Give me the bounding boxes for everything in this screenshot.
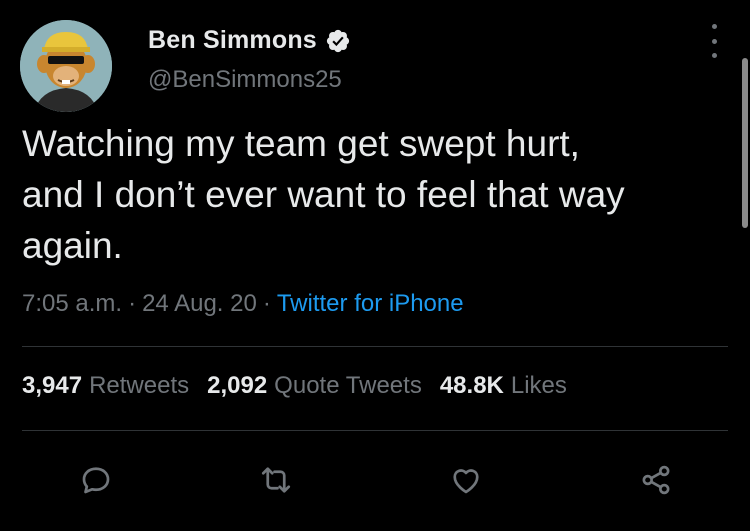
meta-separator: · xyxy=(128,290,137,317)
scrollbar[interactable] xyxy=(742,58,748,228)
tweet-meta: 7:05 a.m. · 24 Aug. 20 · Twitter for iPh… xyxy=(22,290,464,318)
share-icon[interactable] xyxy=(634,458,678,502)
tweet-actions-bar xyxy=(0,458,750,502)
tweet-text: Watching my team get swept hurt, and I d… xyxy=(22,123,625,266)
tweet-source-link[interactable]: Twitter for iPhone xyxy=(277,290,464,318)
retweets-label: Retweets xyxy=(89,372,190,399)
divider xyxy=(22,430,728,431)
more-options-icon[interactable] xyxy=(704,24,724,58)
tweet-time[interactable]: 7:05 a.m. xyxy=(22,290,122,318)
tweet-stats: 3,947 Retweets 2,092 Quote Tweets 48.8K … xyxy=(22,372,567,400)
quote-tweets-label: Quote Tweets xyxy=(274,372,422,399)
likes-label: Likes xyxy=(510,372,567,399)
author-display-name[interactable]: Ben Simmons xyxy=(148,26,317,55)
avatar[interactable] xyxy=(20,20,112,112)
retweet-icon[interactable] xyxy=(254,458,298,502)
quote-tweets-stat[interactable]: 2,092 Quote Tweets xyxy=(207,372,422,400)
bored-ape-avatar-image xyxy=(20,20,112,112)
tweet-date[interactable]: 24 Aug. 20 xyxy=(142,290,257,318)
reply-icon[interactable] xyxy=(74,458,118,502)
likes-stat[interactable]: 48.8K Likes xyxy=(440,372,567,400)
verified-badge-icon xyxy=(325,28,351,54)
author-handle[interactable]: @BenSimmons25 xyxy=(148,66,342,94)
author-name-row[interactable]: Ben Simmons xyxy=(148,26,351,55)
quote-tweets-count: 2,092 xyxy=(207,372,268,399)
tweet-detail: Ben Simmons @BenSimmons25 Watching my te… xyxy=(0,0,750,531)
likes-count: 48.8K xyxy=(439,372,504,399)
retweets-count: 3,947 xyxy=(22,372,83,399)
divider xyxy=(22,346,728,347)
like-icon[interactable] xyxy=(444,458,488,502)
meta-separator: · xyxy=(262,290,271,317)
retweets-stat[interactable]: 3,947 Retweets xyxy=(22,372,189,400)
